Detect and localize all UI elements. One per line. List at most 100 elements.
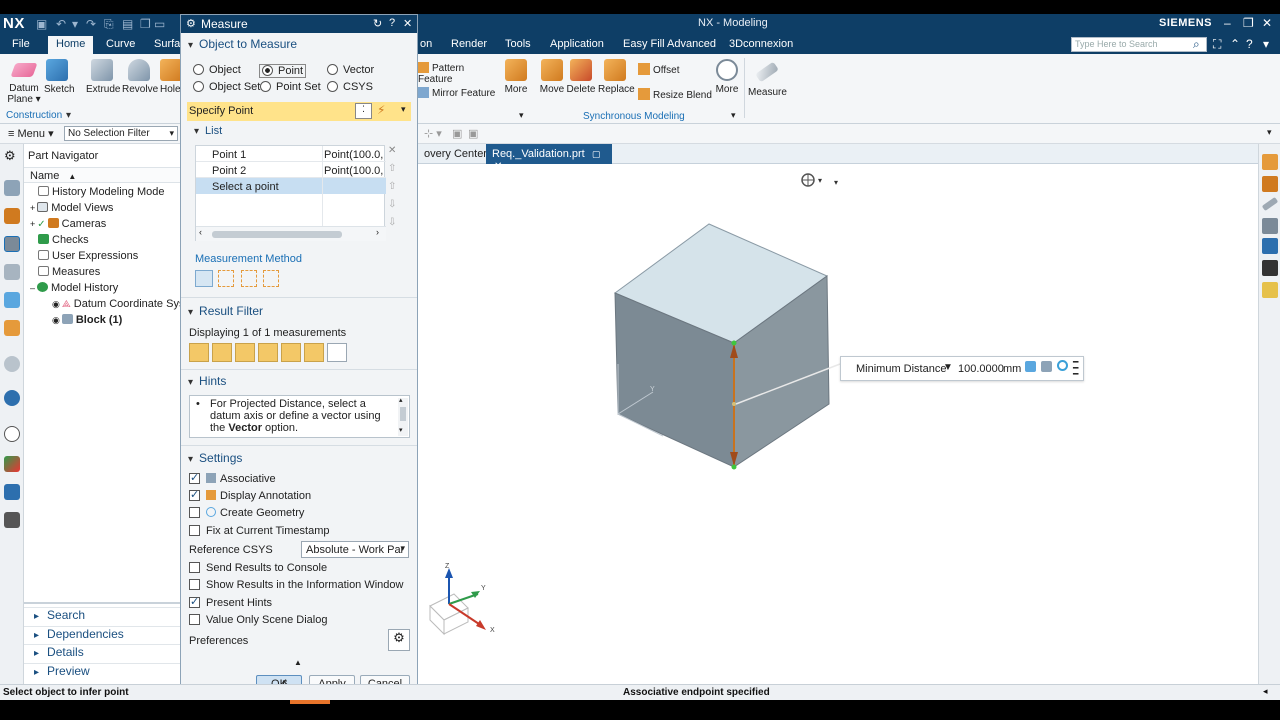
display-annotation-checkbox[interactable]: Display Annotation <box>189 488 311 502</box>
extrude-button[interactable]: Extrude <box>86 59 120 95</box>
object-to-measure-section[interactable]: Object to Measure <box>188 37 297 51</box>
construction-group-label[interactable]: Construction <box>6 110 62 121</box>
list-section[interactable]: List <box>194 125 222 137</box>
tree-item-datum-csys[interactable]: ◉ ⟁ Datum Coordinate Syst <box>52 298 180 310</box>
gear-icon[interactable]: ⚙ <box>186 17 196 30</box>
graphics-window[interactable]: ▾ ▾ Y Z Y X <box>418 164 1258 684</box>
point-dialog-icon[interactable]: ⁚ <box>355 103 372 119</box>
hole-button[interactable]: Hole <box>160 59 180 95</box>
tab-home[interactable]: Home <box>48 36 94 54</box>
menu-button[interactable]: ≡ Menu ▾ <box>8 127 54 140</box>
status-arrow-icon[interactable]: ◂ <box>1263 686 1268 697</box>
scroll-up-icon[interactable]: ▴ <box>399 396 403 404</box>
tab-curve[interactable]: Curve <box>106 38 135 50</box>
tree-item-history-mode[interactable]: History Modeling Mode <box>38 186 165 198</box>
pin-icon[interactable]: ▢ <box>592 149 601 159</box>
globe-icon[interactable] <box>4 390 20 406</box>
move-down-2-icon[interactable]: ⇩ <box>388 217 396 228</box>
tree-item-block[interactable]: ◉ Block (1) <box>52 314 122 326</box>
tab-3dconnexion[interactable]: 3Dconnexion <box>729 38 793 50</box>
tab-file[interactable]: File <box>12 38 30 50</box>
delete-button[interactable]: Delete <box>566 59 596 95</box>
section-icon[interactable] <box>1262 218 1278 234</box>
more-right-dropdown-icon[interactable]: ▾ <box>731 110 736 121</box>
camera-icon[interactable] <box>1041 361 1052 372</box>
selection-filter-dropdown[interactable]: No Selection Filter ▾ <box>64 126 178 141</box>
list-row-selected[interactable]: Select a point <box>196 178 386 194</box>
show-results-info-checkbox[interactable]: Show Results in the Information Window <box>189 579 403 591</box>
filter-radius-icon[interactable] <box>304 343 324 362</box>
horizontal-scrollbar[interactable]: ‹ › <box>196 226 386 241</box>
reference-csys-dropdown[interactable]: Absolute - Work Par ▾ <box>301 541 409 558</box>
method-distance-icon[interactable] <box>195 270 213 287</box>
ruler-icon[interactable] <box>1261 196 1279 212</box>
analysis-icon[interactable] <box>1262 282 1278 298</box>
radio-point-set[interactable]: Point Set <box>260 81 321 93</box>
tab-application[interactable]: Application <box>550 38 604 50</box>
send-results-checkbox[interactable]: Send Results to Console <box>189 562 327 574</box>
mirror-feature-button[interactable]: Mirror Feature <box>418 87 500 103</box>
scrollbar-thumb[interactable] <box>212 231 342 238</box>
tree-item-checks[interactable]: Checks <box>38 234 89 246</box>
hint-scrollbar[interactable]: ▴ ▾ <box>398 396 408 436</box>
paste-icon[interactable]: ▤ <box>122 17 133 31</box>
dialog-title-bar[interactable]: ⚙ Measure ↻ ? ✕ <box>181 15 417 33</box>
search-icon[interactable]: ⌕ <box>1193 37 1200 52</box>
inferred-point-icon[interactable]: ⚡ <box>377 103 385 117</box>
assembly-icon[interactable] <box>1262 154 1278 170</box>
tab-discovery-center[interactable]: overy Center <box>418 144 493 164</box>
snap-point-icon[interactable]: ⊹ ▾ <box>424 127 442 140</box>
scroll-right-icon[interactable]: › <box>376 227 379 237</box>
radio-point[interactable]: Point <box>259 64 307 78</box>
more-left-button[interactable]: More <box>500 59 532 95</box>
radio-csys[interactable]: CSYS <box>327 81 373 93</box>
specify-point-row[interactable]: Specify Point ⁚ ⚡ ▾ <box>187 102 411 121</box>
scroll-left-icon[interactable]: ‹ <box>199 227 202 237</box>
undo-dropdown-icon[interactable]: ▾ <box>72 17 78 31</box>
datum-plane-button[interactable]: Datum Plane ▾ <box>6 59 42 105</box>
close-dialog-icon[interactable]: ✕ <box>403 17 412 30</box>
measurement-type[interactable]: Minimum Distance <box>856 363 946 375</box>
resize-blend-button[interactable]: Resize Blend <box>638 88 714 104</box>
splitter[interactable] <box>24 602 180 604</box>
measure-button[interactable]: Measure <box>748 59 787 98</box>
radio-object[interactable]: Object <box>193 64 241 76</box>
copy-value-icon[interactable] <box>1025 361 1036 372</box>
help-icon[interactable]: ? <box>389 17 395 29</box>
history-icon[interactable] <box>4 356 20 372</box>
details-panel-toggle[interactable]: Details <box>24 644 180 662</box>
help-icon[interactable]: ? <box>1246 37 1253 51</box>
list-row[interactable]: Point 2 Point(100.0, 0 <box>196 162 386 178</box>
move-down-icon[interactable]: ⇩ <box>388 199 396 210</box>
toggle-icon[interactable]: ▭ <box>154 17 165 31</box>
result-filter-section[interactable]: Result Filter <box>188 304 263 318</box>
reset-icon[interactable]: ↻ <box>373 17 382 30</box>
tree-item-measures[interactable]: Measures <box>38 266 100 278</box>
clock-icon[interactable] <box>4 426 20 442</box>
dependencies-panel-toggle[interactable]: Dependencies <box>24 626 180 644</box>
revolve-button[interactable]: Revolve <box>122 59 158 95</box>
measurement-annotation[interactable]: Minimum Distance ▼ 100.0000 mm ━ ━ ━ <box>840 356 1084 381</box>
pattern-feature-button[interactable]: Pattern Feature <box>418 62 500 85</box>
eye-icon[interactable]: ◉ <box>52 299 60 309</box>
more-left-dropdown-icon[interactable]: ▾ <box>519 110 524 121</box>
restore-icon[interactable]: ❐ <box>1243 16 1254 30</box>
filter-curve-icon[interactable] <box>212 343 232 362</box>
hd3d-tools-icon[interactable] <box>4 292 20 308</box>
assembly-icon-2[interactable]: ▣ <box>468 127 478 140</box>
undo-icon[interactable]: ↶ <box>56 17 66 31</box>
close-icon[interactable]: ✕ <box>1262 16 1272 30</box>
system-scenes-icon[interactable] <box>4 484 20 500</box>
more-options-icon[interactable]: ━ ━ ━ <box>1073 358 1078 379</box>
web-browser-icon[interactable] <box>4 320 20 336</box>
eye-icon[interactable]: ◉ <box>52 315 60 325</box>
tree-item-cameras[interactable]: + ✓ Cameras <box>30 218 106 230</box>
move-component-icon[interactable] <box>1262 176 1278 192</box>
settings-section[interactable]: Settings <box>188 451 242 465</box>
name-column-header[interactable]: Name ▲ <box>24 167 180 183</box>
part-navigator-icon[interactable] <box>4 236 20 252</box>
tab-easy-fill-advanced[interactable]: Easy Fill Advanced <box>623 38 716 50</box>
reuse-library-icon[interactable] <box>4 264 20 280</box>
move-button[interactable]: Move <box>538 59 566 95</box>
save-icon[interactable]: ▣ <box>36 17 47 31</box>
